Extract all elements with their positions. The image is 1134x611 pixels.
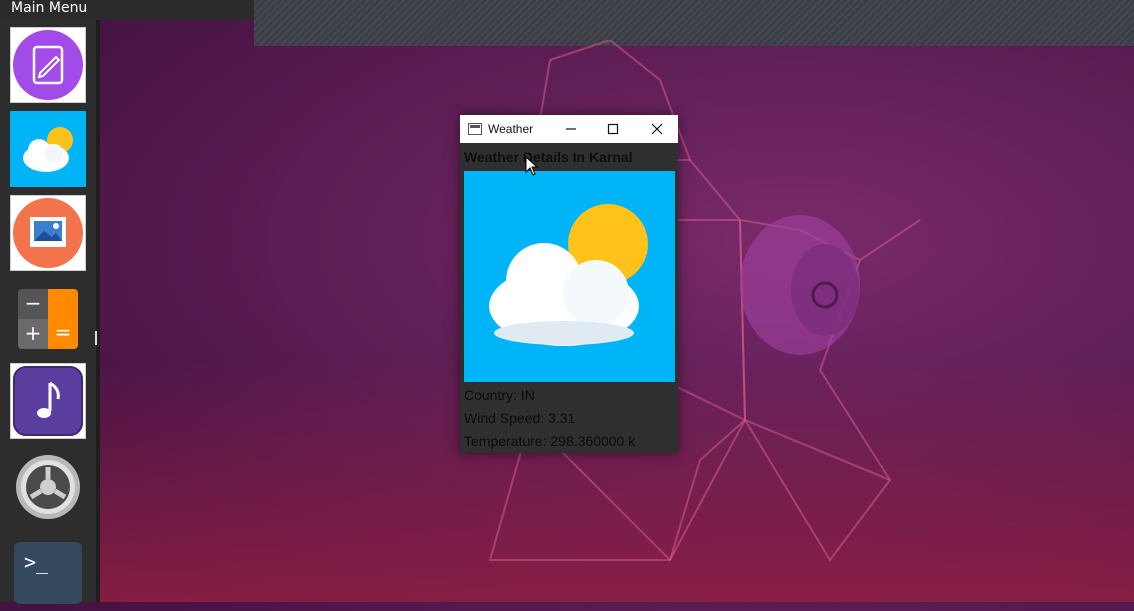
calc-minus-key: −: [18, 289, 48, 319]
weather-heading: Weather Details In Karnal: [464, 149, 633, 165]
settings-icon: [16, 455, 80, 519]
dock-divider: [96, 20, 100, 602]
dock-item-terminal[interactable]: >_: [10, 535, 86, 611]
partly-cloudy-icon: [464, 171, 675, 382]
terminal-icon: >_: [14, 542, 82, 604]
maximize-icon: [607, 123, 619, 135]
weather-window: Weather Weather Details In Karnal Countr…: [460, 115, 678, 453]
calculator-icon: − + =: [18, 289, 78, 349]
calc-equals-key: =: [48, 289, 78, 349]
weather-icon: [23, 127, 73, 172]
mouse-cursor-icon: [525, 156, 539, 176]
music-icon: [13, 366, 83, 436]
dock-item-calculator[interactable]: − + =: [10, 281, 86, 357]
dock-resize-handle[interactable]: [95, 331, 97, 345]
close-icon: [651, 123, 663, 135]
minimize-icon: [566, 128, 576, 130]
app-window-icon: [468, 123, 482, 135]
maximize-button[interactable]: [592, 115, 634, 143]
dock-item-weather[interactable]: [10, 111, 86, 187]
main-menu-button[interactable]: Main Menu: [0, 0, 254, 20]
minimize-button[interactable]: [550, 115, 592, 143]
country-text: Country: IN: [464, 387, 535, 403]
close-button[interactable]: [636, 115, 678, 143]
image-viewer-icon: [13, 198, 83, 268]
dock-item-image-viewer[interactable]: [10, 195, 86, 271]
temperature-text: Temperature: 298.360000 k: [464, 433, 636, 449]
text-editor-icon: [13, 30, 83, 100]
wind-speed-text: Wind Speed: 3.31: [464, 410, 576, 426]
dock-item-music[interactable]: [10, 363, 86, 439]
dock-item-settings[interactable]: [10, 449, 86, 525]
dock-item-text-editor[interactable]: [10, 27, 86, 103]
window-titlebar[interactable]: Weather: [460, 115, 678, 143]
window-title: Weather: [488, 122, 534, 136]
calc-plus-key: +: [18, 319, 48, 349]
